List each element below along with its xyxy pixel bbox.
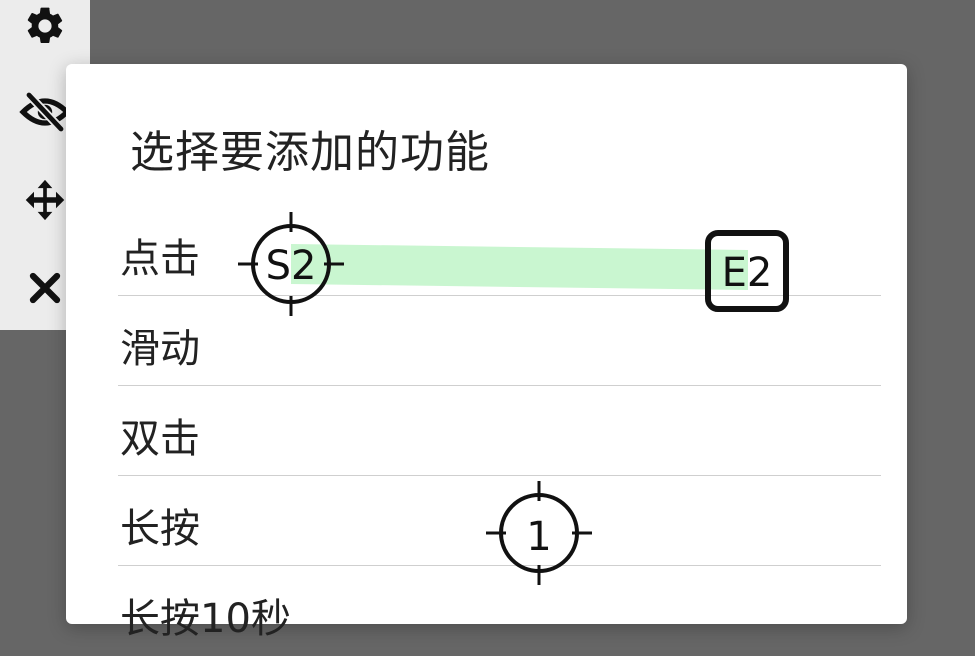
option-long-press[interactable]: 长按 <box>118 476 881 566</box>
close-icon <box>29 272 61 304</box>
option-label: 点击 <box>120 236 200 282</box>
dialog-title: 选择要添加的功能 <box>130 127 490 178</box>
function-picker-dialog: 选择要添加的功能 点击 滑动 双击 长按 长按10秒 <box>66 64 907 642</box>
gear-icon <box>27 7 63 44</box>
option-label: 滑动 <box>120 326 200 372</box>
option-label: 长按10秒 <box>120 596 291 642</box>
eye-off-icon <box>19 92 71 132</box>
move-icon <box>25 179 65 221</box>
option-label: 双击 <box>120 416 200 462</box>
option-swipe[interactable]: 滑动 <box>118 296 881 386</box>
settings-button[interactable] <box>0 4 90 48</box>
option-tap[interactable]: 点击 <box>118 206 881 296</box>
option-label: 长按 <box>120 506 200 552</box>
option-long-press-10s[interactable]: 长按10秒 <box>118 566 881 656</box>
option-double-tap[interactable]: 双击 <box>118 386 881 476</box>
